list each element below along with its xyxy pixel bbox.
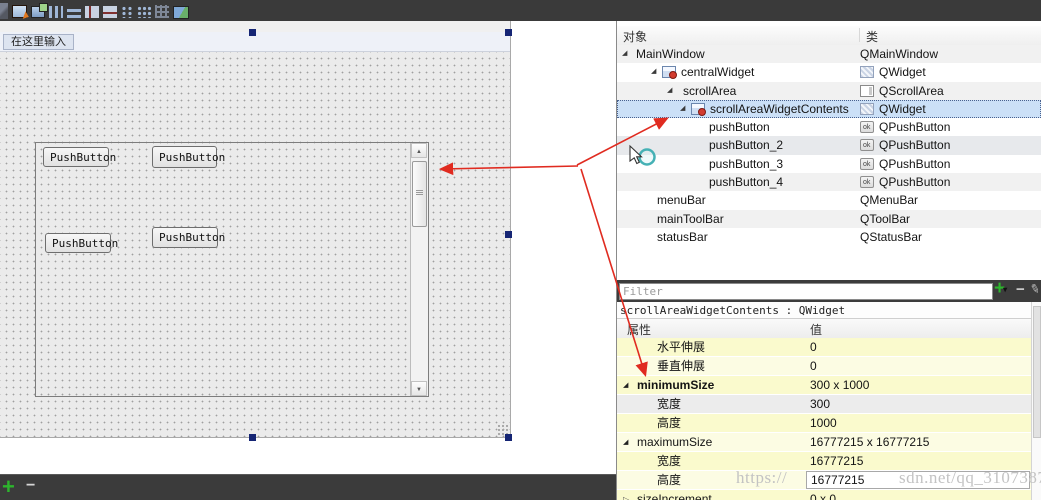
tree-row-statusbar[interactable]: statusBar QStatusBar [617,228,1041,246]
remove-property-icon[interactable]: − [1016,281,1025,298]
add-property-icon[interactable]: + [994,278,1009,300]
layout-form-icon[interactable] [121,6,133,18]
designed-form[interactable]: 在这里输入 PushButton PushButton PushButton P… [0,21,511,438]
scroll-down-icon[interactable] [411,381,427,396]
column-property: 属性 [627,321,651,338]
qpushbutton-class-icon [860,176,874,188]
scroll-up-icon[interactable] [411,143,427,158]
current-object-label: scrollAreaWidgetContents : QWidget [617,302,1041,319]
tree-row-maintoolbar[interactable]: mainToolBar QToolBar [617,210,1041,228]
scroll-area[interactable] [35,142,429,397]
mdi-area: 在这里输入 PushButton PushButton PushButton P… [0,21,616,474]
tree-row-menubar[interactable]: menuBar QMenuBar [617,191,1041,209]
expand-icon[interactable] [623,433,628,452]
push-button-4[interactable]: PushButton [152,227,218,248]
remove-icon[interactable]: − [26,477,35,495]
prop-row-min-height[interactable]: 高度 1000 [617,414,1041,433]
prop-row-hstretch[interactable]: 水平伸展 0 [617,338,1041,357]
adjust-size-icon[interactable] [173,6,189,19]
prop-row-min-width[interactable]: 宽度 300 [617,395,1041,414]
prop-row-minimumsize[interactable]: minimumSize 300 x 1000 [617,376,1041,395]
prop-row-maximumsize[interactable]: maximumSize 16777215 x 16777215 [617,433,1041,452]
value-editor[interactable]: 16777215 [806,471,1030,489]
edit-widgets-icon[interactable] [12,5,27,18]
widget-icon [662,66,676,78]
selection-handle-bottom-right[interactable] [505,434,512,441]
selection-handle-top-right[interactable] [505,29,512,36]
qpushbutton-class-icon [860,121,874,133]
main-toolbar [0,0,1041,22]
vertical-scrollbar[interactable] [410,143,428,396]
edit-signals-slots-icon[interactable] [31,6,45,18]
qwidget-class-icon [860,66,874,78]
qpushbutton-class-icon [860,158,874,170]
tree-row-pushbutton2[interactable]: pushButton_2 QPushButton [617,136,1041,154]
qpushbutton-class-icon [860,139,874,151]
prop-row-max-height[interactable]: 高度 16777215 [617,471,1041,490]
selection-handle-right[interactable] [505,231,512,238]
column-class: 类 [866,28,878,45]
object-tree-header: 对象 类 [617,26,1041,46]
expand-icon[interactable] [680,100,685,118]
menu-type-here[interactable]: 在这里输入 [3,34,74,50]
splitter-horizontal-icon[interactable] [85,6,99,18]
property-scrollbar[interactable] [1031,302,1041,500]
tree-row-pushbutton3[interactable]: pushButton_3 QPushButton [617,155,1041,173]
inspector-panel: 对象 类 MainWindow QMainWindow centralWidge… [617,21,1041,500]
bottom-dock-toolbar: + − [0,474,616,500]
column-separator[interactable] [859,28,860,42]
layout-vertical-icon[interactable] [67,6,81,18]
edit-pencil-icon[interactable] [1028,281,1041,297]
tree-row-scrollarea[interactable]: scrollArea QScrollArea [617,82,1041,100]
filter-input[interactable] [619,283,993,300]
partial-icon[interactable] [0,3,8,19]
break-layout-icon[interactable] [155,5,169,18]
tree-row-mainwindow[interactable]: MainWindow QMainWindow [617,45,1041,63]
selection-handle-bottom[interactable] [249,434,256,441]
widget-icon [691,103,705,115]
prop-row-max-width[interactable]: 宽度 16777215 [617,452,1041,471]
tree-row-pushbutton4[interactable]: pushButton_4 QPushButton [617,173,1041,191]
push-button-2[interactable]: PushButton [152,146,217,168]
expand-icon[interactable] [623,490,629,500]
layout-grid-icon[interactable] [137,6,151,18]
push-button-1[interactable]: PushButton [43,147,109,167]
qt-designer-window: 在这里输入 PushButton PushButton PushButton P… [0,0,1041,500]
tree-row-scrollareawidgetcontents[interactable]: scrollAreaWidgetContents QWidget [617,100,1041,118]
prop-row-sizeincrement[interactable]: sizeIncrement 0 x 0 [617,490,1041,500]
property-table: 水平伸展 0 垂直伸展 0 minimumSize 300 x 1000 宽度 … [617,338,1041,500]
prop-row-vstretch[interactable]: 垂直伸展 0 [617,357,1041,376]
expand-icon[interactable] [623,376,628,395]
qwidget-class-icon [860,103,874,115]
layout-horizontal-icon[interactable] [49,6,63,18]
property-table-header: 属性 值 [617,319,1041,339]
scrollbar-thumb[interactable] [412,161,427,227]
qscrollarea-class-icon [860,85,874,97]
add-icon[interactable]: + [2,474,15,500]
property-toolbar: + − [617,280,1041,302]
column-object: 对象 [623,28,647,45]
column-value: 值 [810,321,822,338]
expand-icon[interactable] [651,63,656,81]
tree-row-centralwidget[interactable]: centralWidget QWidget [617,63,1041,81]
push-button-3[interactable]: PushButton [45,233,111,253]
selection-handle-top[interactable] [249,29,256,36]
tree-row-pushbutton[interactable]: pushButton QPushButton [617,118,1041,136]
splitter-vertical-icon[interactable] [103,6,117,18]
expand-icon[interactable] [667,82,672,100]
object-tree: MainWindow QMainWindow centralWidget QWi… [617,45,1041,246]
expand-icon[interactable] [622,45,627,63]
